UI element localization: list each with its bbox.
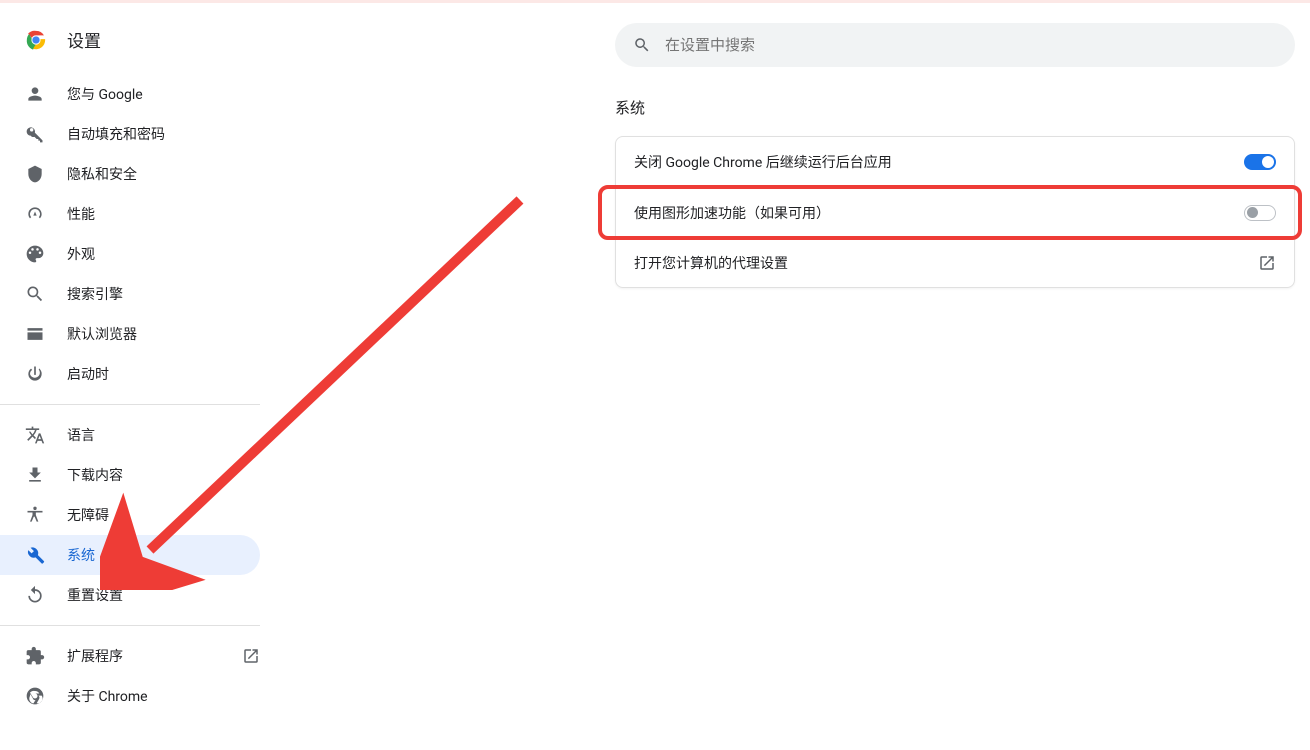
sidebar-item-label: 下载内容 (67, 465, 260, 485)
sidebar-item-startup[interactable]: 启动时 (0, 354, 260, 394)
search-input[interactable] (665, 37, 1277, 54)
browser-icon (25, 324, 45, 344)
sidebar-item-reset[interactable]: 重置设置 (0, 575, 260, 615)
wrench-icon (25, 545, 45, 565)
search-box[interactable] (615, 23, 1295, 67)
sidebar-item-language[interactable]: 语言 (0, 415, 260, 455)
sidebar-item-default[interactable]: 默认浏览器 (0, 314, 260, 354)
sidebar-item-label: 搜索引擎 (67, 284, 260, 304)
sidebar-item-label: 默认浏览器 (67, 324, 260, 344)
sidebar-item-label: 启动时 (67, 364, 260, 384)
reset-icon (25, 585, 45, 605)
search-icon (633, 36, 651, 54)
sidebar-item-system[interactable]: 系统 (0, 535, 260, 575)
sidebar-item-label: 关于 Chrome (67, 686, 260, 706)
sidebar-item-about[interactable]: 关于 Chrome (0, 676, 260, 716)
search-icon (25, 284, 45, 304)
settings-card: 关闭 Google Chrome 后继续运行后台应用使用图形加速功能（如果可用）… (615, 136, 1295, 288)
power-icon (25, 364, 45, 384)
sidebar-item-label: 外观 (67, 244, 260, 264)
sidebar-item-people[interactable]: 您与 Google (0, 74, 260, 114)
sidebar-item-label: 隐私和安全 (67, 164, 260, 184)
sidebar-item-performance[interactable]: 性能 (0, 194, 260, 234)
sidebar-item-label: 无障碍 (67, 505, 260, 525)
sidebar-item-autofill[interactable]: 自动填充和密码 (0, 114, 260, 154)
palette-icon (25, 244, 45, 264)
speed-icon (25, 204, 45, 224)
chrome-icon (25, 686, 45, 706)
setting-row: 关闭 Google Chrome 后继续运行后台应用 (616, 137, 1294, 187)
accessibility-icon (25, 505, 45, 525)
shield-icon (25, 164, 45, 184)
key-icon (25, 124, 45, 144)
setting-label: 打开您计算机的代理设置 (634, 253, 788, 273)
toggle-switch[interactable] (1244, 205, 1276, 221)
sidebar-item-appearance[interactable]: 外观 (0, 234, 260, 274)
sidebar-item-privacy[interactable]: 隐私和安全 (0, 154, 260, 194)
sidebar: 设置 您与 Google 自动填充和密码隐私和安全性能外观搜索引擎默认浏览器启动时… (0, 3, 260, 750)
toggle-switch[interactable] (1244, 154, 1276, 170)
sidebar-item-label: 您与 Google (67, 84, 260, 104)
sidebar-item-label: 语言 (67, 425, 260, 445)
page-title: 设置 (67, 27, 101, 52)
section-title: 系统 (615, 97, 1296, 118)
setting-row[interactable]: 打开您计算机的代理设置 (616, 237, 1294, 287)
person-icon (25, 84, 45, 104)
setting-label: 使用图形加速功能（如果可用） (634, 203, 830, 223)
translate-icon (25, 425, 45, 445)
sidebar-item-search[interactable]: 搜索引擎 (0, 274, 260, 314)
sidebar-item-extensions[interactable]: 扩展程序 (0, 636, 260, 676)
open-external-icon (1258, 254, 1276, 272)
setting-label: 关闭 Google Chrome 后继续运行后台应用 (634, 152, 892, 172)
sidebar-item-downloads[interactable]: 下载内容 (0, 455, 260, 495)
sidebar-item-label: 系统 (67, 545, 260, 565)
sidebar-item-label: 扩展程序 (67, 646, 232, 666)
settings-header: 设置 (0, 21, 260, 74)
chrome-logo-icon (25, 29, 47, 51)
main-content: 系统 关闭 Google Chrome 后继续运行后台应用使用图形加速功能（如果… (260, 3, 1310, 750)
setting-row: 使用图形加速功能（如果可用） (616, 187, 1294, 237)
extension-icon (25, 646, 45, 666)
sidebar-item-a11y[interactable]: 无障碍 (0, 495, 260, 535)
sidebar-item-label: 重置设置 (67, 585, 260, 605)
download-icon (25, 465, 45, 485)
sidebar-item-label: 性能 (67, 204, 260, 224)
sidebar-item-label: 自动填充和密码 (67, 124, 260, 144)
open-external-icon (242, 647, 260, 665)
